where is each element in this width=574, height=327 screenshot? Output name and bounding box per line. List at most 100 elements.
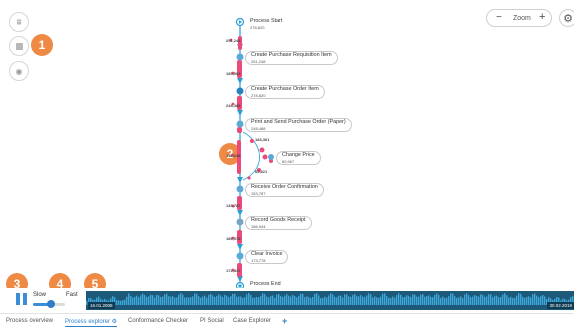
activity-clear-invoice[interactable]: Clear Invoice 173,778	[245, 250, 289, 264]
activity-name: Record Goods Receipt	[251, 217, 306, 223]
histogram-bar	[140, 295, 142, 305]
activity-change-price[interactable]: Change Price 60,967	[276, 151, 321, 165]
tab-case-explorer[interactable]: Case Explorer	[233, 318, 271, 324]
histogram-bar	[490, 294, 492, 305]
activity-name: Process End	[250, 281, 281, 287]
activity-count: 278,820	[251, 93, 266, 98]
process-start-node[interactable]: Process Start 278,820	[245, 18, 287, 32]
histogram-bar	[158, 295, 160, 305]
histogram-bar	[122, 300, 124, 305]
histogram-bar	[540, 296, 542, 305]
activity-record-goods-receipt[interactable]: Record Goods Receipt 186,944	[245, 216, 312, 230]
histogram-bar	[318, 295, 320, 305]
histogram-bar	[510, 296, 512, 305]
histogram-bar	[182, 294, 184, 305]
histogram-bar	[264, 293, 266, 305]
histogram-bar	[204, 295, 206, 305]
histogram-bar	[392, 296, 394, 305]
histogram-bar	[194, 293, 196, 305]
histogram-bar	[210, 293, 212, 305]
histogram-bar	[180, 293, 182, 305]
histogram-bar	[364, 297, 366, 305]
histogram-bar	[454, 296, 456, 305]
histogram-bar	[280, 295, 282, 305]
histogram-bar	[272, 295, 274, 305]
activity-name: Create Purchase Requisition Item	[251, 52, 332, 58]
activity-name: Receive Order Confirmation	[251, 184, 318, 190]
speed-slider-handle[interactable]	[46, 300, 55, 308]
histogram-bar	[144, 295, 146, 305]
histogram-bar	[526, 296, 528, 305]
histogram-bar	[278, 294, 280, 305]
histogram-bar	[440, 297, 442, 305]
histogram-bar	[404, 296, 406, 305]
histogram-bar	[238, 296, 240, 305]
activity-count: 153,787	[251, 191, 266, 196]
edge-frequency: 248,488	[226, 103, 241, 108]
histogram-bar	[386, 295, 388, 305]
activity-count: 173,778	[251, 258, 266, 263]
histogram-bar	[362, 296, 364, 305]
activity-create-purchase-order-item[interactable]: Create Purchase Order Item 278,820	[245, 85, 325, 99]
add-tab-button[interactable]: +	[282, 316, 287, 326]
histogram-bar	[118, 300, 120, 305]
histogram-bar	[174, 297, 176, 305]
histogram-bar	[484, 296, 486, 305]
activity-name: Print and Send Purchase Order (Paper)	[251, 119, 346, 125]
histogram-bar	[320, 297, 322, 305]
activity-name: Clear Invoice	[251, 251, 283, 257]
histogram-bar	[250, 294, 252, 305]
histogram-bar	[356, 296, 358, 305]
histogram-bar	[358, 296, 360, 305]
edge-frequency: 153,248	[226, 153, 241, 158]
histogram-bar	[130, 295, 132, 305]
histogram-bar	[352, 295, 354, 305]
histogram-bar	[400, 294, 402, 305]
timeline-end-date: 30.02.2019	[547, 302, 574, 309]
histogram-bar	[498, 297, 500, 305]
histogram-bar	[212, 295, 214, 305]
histogram-bar	[522, 296, 524, 305]
histogram-bar	[256, 297, 258, 305]
tab-conformance-checker[interactable]: Conformance Checker	[128, 318, 188, 324]
tab-process-overview[interactable]: Process overview	[6, 318, 53, 324]
histogram-bar	[414, 294, 416, 305]
histogram-bar	[276, 294, 278, 305]
histogram-bar	[376, 297, 378, 305]
histogram-bar	[258, 297, 260, 305]
histogram-bar	[224, 294, 226, 305]
histogram-bar	[152, 295, 154, 305]
histogram-bar	[266, 296, 268, 305]
histogram-bar	[218, 294, 220, 305]
histogram-bar	[416, 296, 418, 305]
histogram-bar	[268, 297, 270, 305]
histogram-bar	[208, 294, 210, 305]
histogram-bar	[128, 293, 130, 305]
activity-name: Create Purchase Order Item	[251, 86, 319, 92]
histogram-bar	[348, 296, 350, 305]
activity-create-purchase-requisition-item[interactable]: Create Purchase Requisition Item 251,248	[245, 51, 338, 65]
speed-fast-label: Fast	[66, 292, 78, 298]
histogram-bar	[200, 297, 202, 305]
histogram-bar	[290, 296, 292, 305]
histogram-bar	[408, 295, 410, 305]
histogram-bar	[132, 297, 134, 305]
timeline-scrubber[interactable]: 16.01.2008 30.02.2019	[86, 291, 574, 310]
activity-print-and-send-purchase-order[interactable]: Print and Send Purchase Order (Paper) 24…	[245, 118, 352, 132]
histogram-bar	[424, 296, 426, 305]
speed-slider[interactable]	[33, 300, 65, 308]
histogram-bar	[270, 296, 272, 305]
histogram-bar	[138, 297, 140, 305]
histogram-bar	[148, 296, 150, 305]
histogram-bar	[418, 296, 420, 305]
process-map-canvas[interactable]: ⩩ ◉ 1 2 − Zoom + ⚙ Process Start 278,820…	[0, 0, 574, 288]
tab-process-explorer[interactable]: Process explorer ⚙	[65, 318, 118, 327]
activity-receive-order-confirmation[interactable]: Receive Order Confirmation 153,787	[245, 183, 324, 197]
histogram-bar	[254, 297, 256, 305]
histogram-bar	[338, 295, 340, 305]
pause-button[interactable]	[14, 293, 28, 309]
tab-pi-social[interactable]: PI Social	[200, 318, 224, 324]
histogram-bar	[162, 296, 164, 305]
histogram-bar	[420, 294, 422, 305]
histogram-bar	[366, 295, 368, 305]
